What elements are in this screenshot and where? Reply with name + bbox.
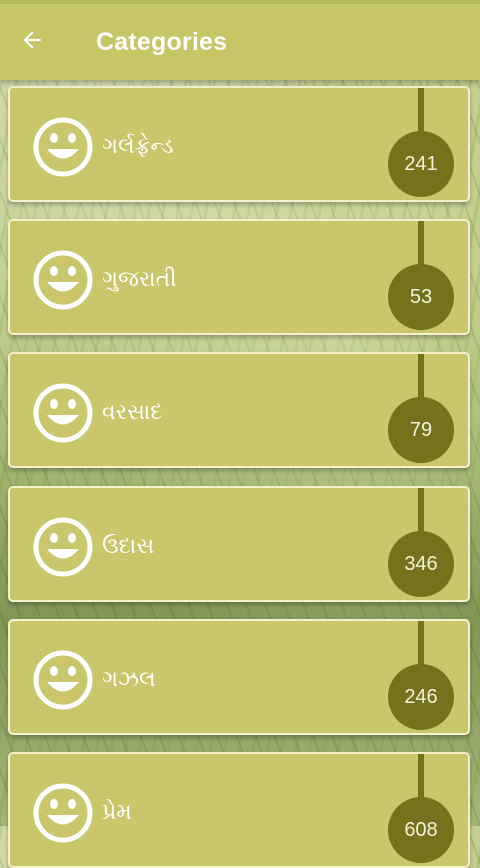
category-label: પ્રેમ — [102, 800, 132, 825]
badge-string — [418, 621, 424, 669]
page-title: Categories — [96, 28, 228, 56]
badge-string — [418, 754, 424, 802]
category-label: ઉદાસ — [102, 534, 155, 559]
category-card[interactable]: ગઝલ 246 — [8, 619, 470, 735]
arrow-left-icon — [23, 31, 41, 49]
count-badge: 53 — [388, 264, 454, 330]
count-badge: 241 — [388, 131, 454, 197]
category-list[interactable]: ગર્લફ્રેન્ડ 241 ગુજરાતી 53 વરસાદ 79 ઉદાસ… — [0, 0, 480, 868]
category-card[interactable]: ગર્લફ્રેન્ડ 241 — [8, 86, 470, 202]
category-card[interactable]: ઉદાસ 346 — [8, 486, 470, 602]
back-button[interactable] — [10, 18, 54, 62]
category-label: ગર્લફ્રેન્ડ — [102, 134, 174, 159]
badge-string — [418, 354, 424, 402]
count-badge: 608 — [388, 797, 454, 863]
category-card[interactable]: પ્રેમ 608 — [8, 752, 470, 868]
smiley-icon — [33, 783, 93, 843]
category-label: વરસાદ — [102, 400, 163, 425]
badge-string — [418, 88, 424, 136]
category-card[interactable]: વરસાદ 79 — [8, 352, 470, 468]
smiley-icon — [33, 117, 93, 177]
category-card[interactable]: ગુજરાતી 53 — [8, 219, 470, 335]
smiley-icon — [33, 517, 93, 577]
count-badge: 79 — [388, 397, 454, 463]
app-bar: Categories — [0, 4, 480, 80]
smiley-icon — [33, 650, 93, 710]
count-badge: 346 — [388, 531, 454, 597]
smiley-icon — [33, 383, 93, 443]
badge-string — [418, 488, 424, 536]
smiley-icon — [33, 250, 93, 310]
badge-string — [418, 221, 424, 269]
category-label: ગઝલ — [102, 667, 156, 692]
count-badge: 246 — [388, 664, 454, 730]
category-label: ગુજરાતી — [102, 267, 177, 292]
